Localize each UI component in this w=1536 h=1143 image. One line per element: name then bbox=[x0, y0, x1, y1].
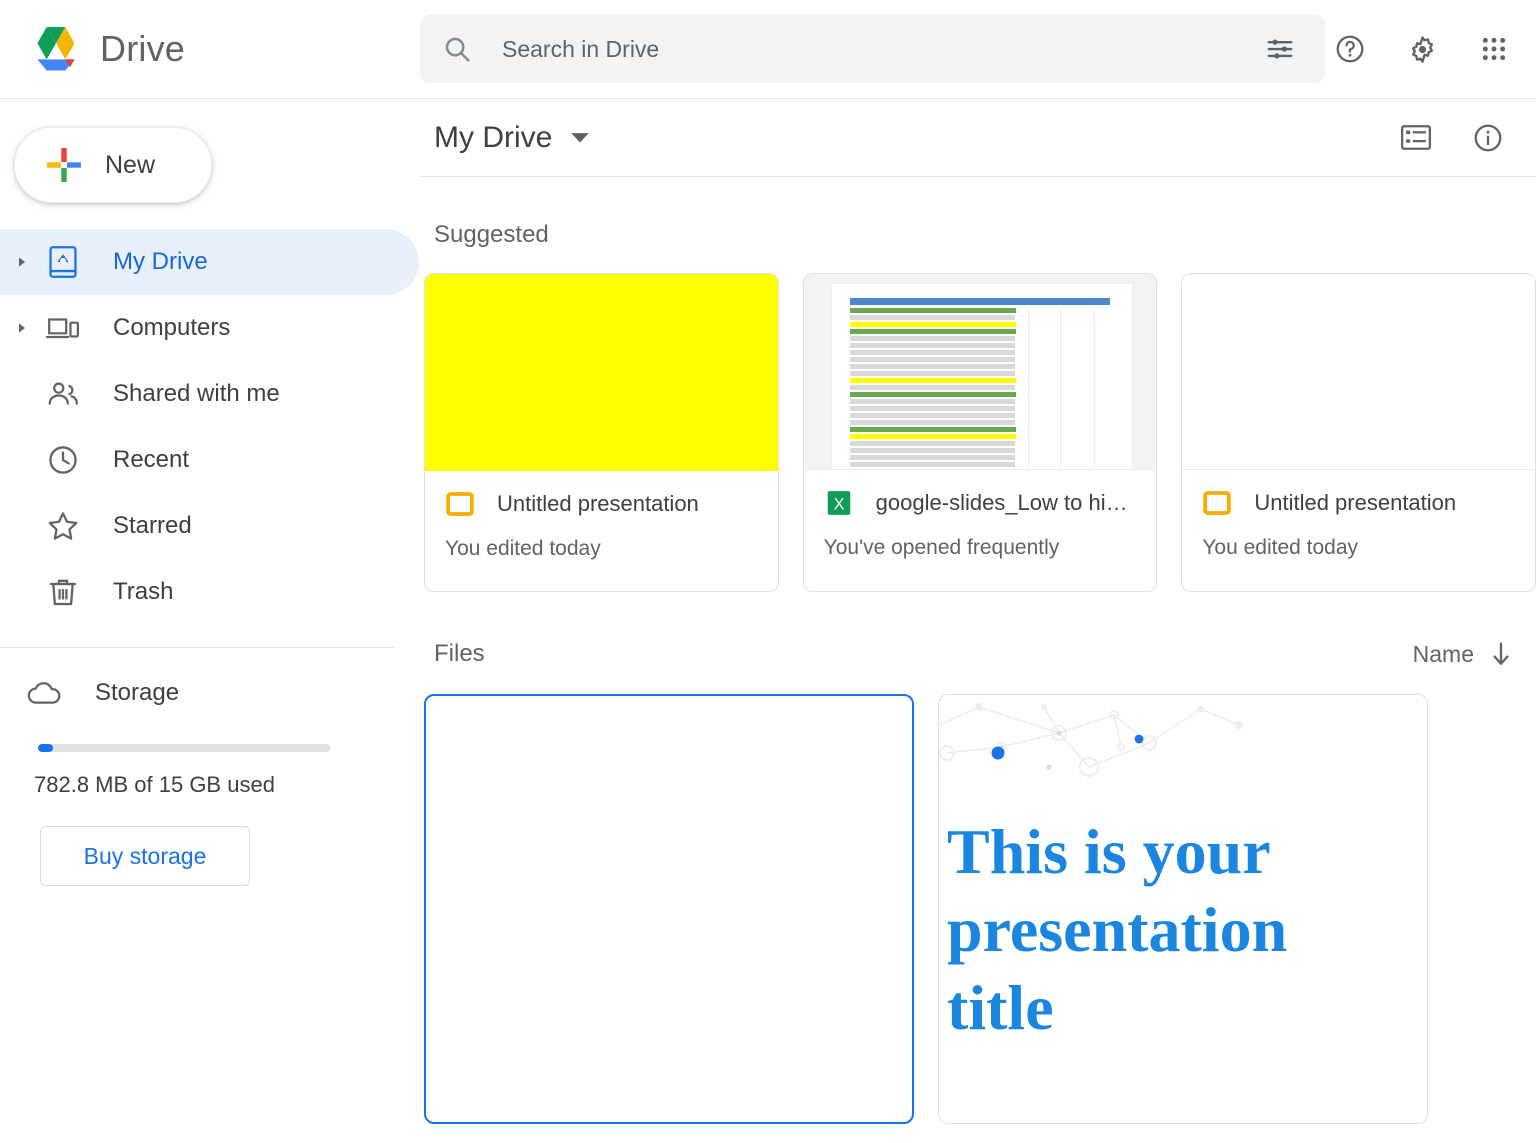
sidebar-item-my-drive[interactable]: My Drive bbox=[0, 229, 419, 295]
file-card[interactable] bbox=[424, 694, 914, 1124]
file-thumbnail bbox=[1182, 274, 1536, 470]
network-decoration-icon bbox=[939, 703, 1243, 777]
file-subtitle: You've opened frequently bbox=[823, 536, 1060, 559]
sidebar-item-label: Computers bbox=[113, 314, 231, 341]
file-thumbnail bbox=[803, 274, 1157, 470]
new-button-label: New bbox=[105, 150, 156, 179]
apps-grid-icon[interactable] bbox=[1469, 24, 1519, 74]
files-grid: This is your presentation title bbox=[421, 668, 1536, 1124]
cloud-icon bbox=[22, 680, 68, 706]
search-bar[interactable] bbox=[420, 15, 1325, 83]
sidebar-item-starred[interactable]: Starred bbox=[0, 493, 419, 559]
sidebar: New My Drive Computers Shared with me Re… bbox=[0, 99, 420, 1143]
computers-icon bbox=[40, 314, 86, 342]
sidebar-item-label: My Drive bbox=[113, 248, 208, 275]
svg-text:X: X bbox=[833, 495, 844, 513]
shared-with-me-icon bbox=[40, 380, 86, 408]
buy-storage-button[interactable]: Buy storage bbox=[40, 826, 250, 886]
storage-progress-fill bbox=[38, 744, 53, 752]
google-sheets-icon: X bbox=[824, 488, 854, 518]
file-subtitle: You edited today bbox=[1202, 536, 1359, 559]
main-header-actions bbox=[1394, 116, 1510, 160]
files-section-title: Files bbox=[434, 640, 485, 667]
search-icon bbox=[442, 34, 472, 64]
breadcrumb[interactable]: My Drive bbox=[434, 121, 590, 155]
suggested-grid: Untitled presentation You edited today X… bbox=[421, 249, 1536, 592]
brand[interactable]: Drive bbox=[0, 0, 420, 99]
app-header: Drive bbox=[0, 0, 1536, 99]
sort-control[interactable]: Name bbox=[1413, 641, 1510, 668]
brand-name: Drive bbox=[100, 28, 186, 69]
search-input[interactable] bbox=[500, 29, 1251, 69]
storage-usage-text: 782.8 MB of 15 GB used bbox=[34, 772, 275, 797]
arrow-down-icon bbox=[1492, 641, 1510, 667]
file-thumbnail bbox=[426, 696, 912, 1122]
file-meta: Untitled presentation You edited today bbox=[1182, 470, 1535, 590]
sidebar-item-label: Shared with me bbox=[113, 380, 280, 407]
help-icon[interactable] bbox=[1325, 24, 1375, 74]
google-slides-icon bbox=[1202, 488, 1232, 518]
suggested-card[interactable]: X google-slides_Low to hi… You've opened… bbox=[802, 273, 1158, 592]
sidebar-divider bbox=[0, 647, 394, 648]
sidebar-item-label: Trash bbox=[113, 578, 174, 605]
plus-icon bbox=[45, 146, 83, 184]
clock-icon bbox=[40, 444, 86, 476]
list-view-icon[interactable] bbox=[1394, 116, 1438, 160]
star-icon bbox=[40, 510, 86, 542]
file-name: google-slides_Low to hi… bbox=[875, 490, 1128, 515]
sidebar-item-trash[interactable]: Trash bbox=[0, 559, 419, 625]
tune-filter-icon[interactable] bbox=[1251, 20, 1309, 78]
sidebar-item-label: Starred bbox=[113, 512, 192, 539]
suggested-section-title: Suggested bbox=[434, 221, 549, 248]
file-card[interactable]: This is your presentation title bbox=[938, 694, 1428, 1124]
storage-link[interactable]: Storage bbox=[0, 660, 419, 726]
suggested-card[interactable]: Untitled presentation You edited today bbox=[424, 273, 779, 592]
trash-icon bbox=[40, 576, 86, 608]
file-name: Untitled presentation bbox=[497, 491, 699, 516]
info-icon[interactable] bbox=[1466, 116, 1510, 160]
drive-logo-icon bbox=[28, 24, 84, 74]
sidebar-nav: My Drive Computers Shared with me Recent… bbox=[0, 229, 419, 625]
settings-gear-icon[interactable] bbox=[1397, 24, 1447, 74]
main-header: My Drive bbox=[421, 99, 1536, 177]
file-meta: X google-slides_Low to hi… You've opened… bbox=[804, 470, 1157, 590]
breadcrumb-label: My Drive bbox=[434, 120, 553, 154]
file-subtitle: You edited today bbox=[445, 537, 601, 560]
main-content: My Drive Suggested Untitled presentation… bbox=[421, 99, 1536, 1143]
expand-caret-icon[interactable] bbox=[10, 256, 34, 268]
file-meta: Untitled presentation You edited today bbox=[425, 471, 778, 591]
storage-label: Storage bbox=[95, 679, 180, 706]
files-header: Files Name bbox=[421, 592, 1536, 668]
sidebar-item-recent[interactable]: Recent bbox=[0, 427, 419, 493]
file-name: Untitled presentation bbox=[1254, 490, 1457, 515]
new-button[interactable]: New bbox=[14, 127, 212, 203]
header-actions bbox=[1325, 24, 1536, 74]
sidebar-item-label: Recent bbox=[113, 446, 190, 473]
google-slides-icon bbox=[445, 489, 475, 519]
my-drive-icon bbox=[40, 245, 86, 279]
chevron-down-icon[interactable] bbox=[570, 131, 590, 144]
presentation-title: This is your presentation title bbox=[947, 816, 1288, 1043]
sort-label: Name bbox=[1412, 640, 1474, 667]
sidebar-item-computers[interactable]: Computers bbox=[0, 295, 419, 361]
storage-progress-bar bbox=[38, 744, 330, 752]
expand-caret-icon[interactable] bbox=[10, 322, 34, 334]
suggested-card[interactable]: Untitled presentation You edited today bbox=[1181, 273, 1536, 592]
sidebar-item-shared-with-me[interactable]: Shared with me bbox=[0, 361, 419, 427]
file-thumbnail bbox=[425, 274, 778, 471]
